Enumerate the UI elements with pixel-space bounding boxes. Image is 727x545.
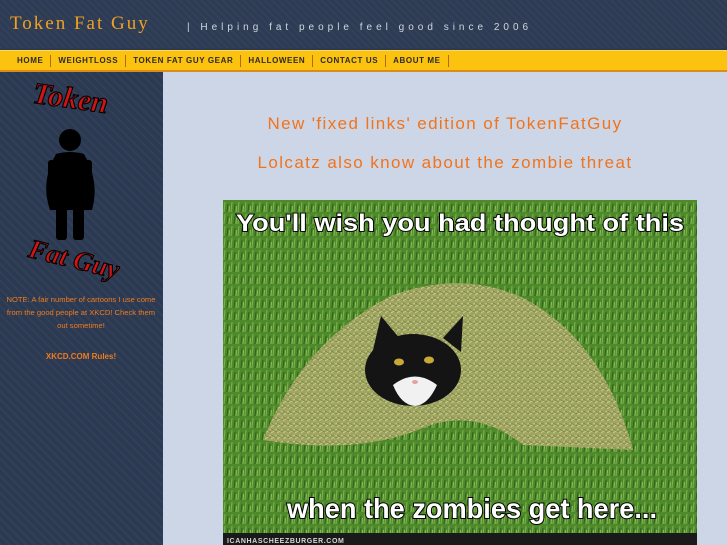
nav-token-fat-guy-gear[interactable]: TOKEN FAT GUY GEAR xyxy=(126,54,242,67)
xkcd-link[interactable]: XKCD.COM Rules! xyxy=(6,352,156,361)
post-title-fixed-links[interactable]: New 'fixed links' edition of TokenFatGuy xyxy=(163,114,727,134)
sidebar: Token Fat Guy NOTE: A fair number of car… xyxy=(0,72,163,545)
nav-about-me[interactable]: ABOUT ME xyxy=(386,54,449,67)
logo-text-top: Token xyxy=(31,80,110,120)
image-caption-top: You'll wish you had thought of this xyxy=(236,210,684,237)
site-title[interactable]: Token Fat Guy xyxy=(10,13,150,35)
nav-weightloss[interactable]: WEIGHTLOSS xyxy=(51,54,127,67)
logo-text-bottom: Fat Guy xyxy=(25,233,124,285)
nav-contact-us[interactable]: CONTACT US xyxy=(313,54,387,67)
lolcat-image: You'll wish you had thought of this when… xyxy=(223,200,697,545)
sidebar-note: NOTE: A fair number of cartoons I use co… xyxy=(6,295,156,330)
main-nav: HOME WEIGHTLOSS TOKEN FAT GUY GEAR HALLO… xyxy=(0,50,727,72)
nav-halloween[interactable]: HALLOWEEN xyxy=(241,54,314,67)
site-header: Token Fat Guy | Helping fat people feel … xyxy=(0,0,727,48)
fat-guy-figure-icon xyxy=(46,129,95,240)
image-caption-bottom: when the zombies get here... xyxy=(286,493,657,524)
image-watermark: ICANHASCHEEZBURGER.COM xyxy=(227,538,344,545)
site-logo[interactable]: Token Fat Guy xyxy=(0,80,163,285)
main-content: New 'fixed links' edition of TokenFatGuy… xyxy=(163,72,727,545)
site-tagline: | Helping fat people feel good since 200… xyxy=(187,22,533,33)
nav-home[interactable]: HOME xyxy=(10,54,52,67)
post-title-lolcatz[interactable]: Lolcatz also know about the zombie threa… xyxy=(163,153,727,173)
